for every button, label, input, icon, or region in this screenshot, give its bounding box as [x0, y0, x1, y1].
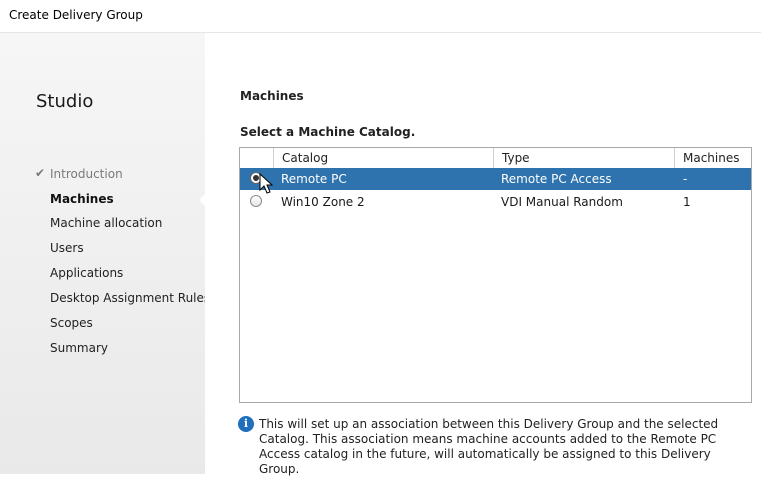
- sidebar-item-applications[interactable]: Applications: [50, 266, 123, 280]
- page-title: Machines: [240, 89, 304, 103]
- title-bar: Create Delivery Group: [0, 0, 761, 33]
- wizard-sidebar: Studio: [0, 33, 205, 474]
- table-row[interactable]: Remote PC Remote PC Access -: [240, 168, 751, 190]
- column-header-machines[interactable]: Machines: [674, 148, 751, 168]
- sidebar-item-desktop-assignment-rules[interactable]: Desktop Assignment Rules: [50, 291, 210, 305]
- catalog-table: Catalog Type Machines Remote PC Remote P…: [239, 147, 752, 403]
- sidebar-item-users[interactable]: Users: [50, 241, 84, 255]
- sidebar-item-summary[interactable]: Summary: [50, 341, 108, 355]
- table-row[interactable]: Win10 Zone 2 VDI Manual Random 1: [240, 191, 751, 213]
- catalog-type: VDI Manual Random: [501, 195, 623, 209]
- window-title: Create Delivery Group: [9, 8, 143, 22]
- catalog-machine-count: -: [683, 172, 688, 186]
- info-message: This will set up an association between …: [259, 417, 719, 476]
- active-step-pointer: [199, 194, 205, 206]
- sidebar-item-scopes[interactable]: Scopes: [50, 316, 93, 330]
- completed-check-icon: ✔: [35, 166, 46, 180]
- sidebar-heading: Studio: [36, 91, 94, 112]
- mouse-cursor-icon: [259, 173, 273, 194]
- catalog-machine-count: 1: [683, 195, 691, 209]
- table-header: Catalog Type Machines: [240, 148, 751, 169]
- catalog-radio-button[interactable]: [250, 195, 262, 207]
- sidebar-item-introduction[interactable]: Introduction: [50, 167, 123, 181]
- catalog-type: Remote PC Access: [501, 172, 612, 186]
- sidebar-item-machines[interactable]: Machines: [50, 192, 114, 206]
- catalog-name: Remote PC: [281, 172, 347, 186]
- info-icon: i: [238, 416, 254, 432]
- catalog-name: Win10 Zone 2: [281, 195, 365, 209]
- column-header-catalog[interactable]: Catalog: [273, 148, 493, 168]
- sidebar-item-machine-allocation[interactable]: Machine allocation: [50, 216, 162, 230]
- select-catalog-label: Select a Machine Catalog.: [240, 125, 416, 139]
- column-header-type[interactable]: Type: [493, 148, 674, 168]
- column-header-select: [240, 148, 274, 168]
